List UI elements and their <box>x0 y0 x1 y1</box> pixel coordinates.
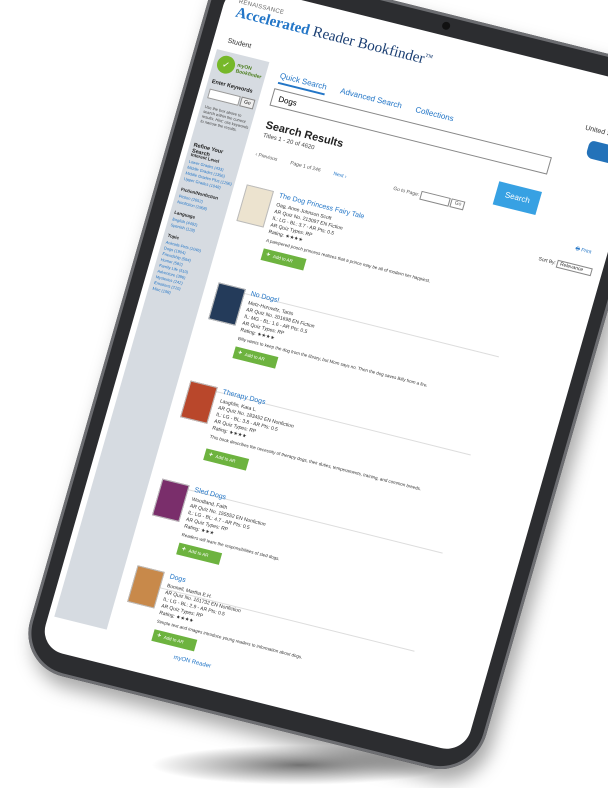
next-link[interactable]: Next › <box>333 171 348 180</box>
add-to-bookbag-button[interactable]: +Add to AR Bookbag <box>151 629 198 654</box>
previous-link[interactable]: ‹ Previous <box>255 152 279 163</box>
add-to-bookbag-button[interactable]: +Add to AR Bookbag <box>203 448 250 473</box>
add-to-bookbag-button[interactable]: +Add to AR Bookbag <box>260 248 307 273</box>
plus-icon: + <box>207 451 214 460</box>
keyword-help-text: Use the box above to search within the c… <box>199 103 250 133</box>
go-to-page: Go to Page: Go <box>392 184 466 211</box>
print-label: Print <box>580 247 592 256</box>
book-cover[interactable] <box>151 478 190 522</box>
sidebar-logo: myON Bookfinder <box>234 62 263 81</box>
book-cover[interactable] <box>236 184 275 228</box>
book-cover[interactable] <box>180 380 218 424</box>
sort-label: Sort By: <box>537 256 557 267</box>
keyword-go-button[interactable]: Go <box>239 96 256 110</box>
sort-select[interactable]: Relevance <box>556 259 593 277</box>
tab-collections[interactable]: Collections <box>414 105 454 123</box>
page-number-input[interactable] <box>419 190 451 207</box>
tablet-device: RENAISSANCE Accelerated Reader Bookfinde… <box>17 0 608 779</box>
plus-icon: + <box>265 251 272 259</box>
add-to-bookbag-button[interactable]: +Add to AR Bookbag <box>232 346 279 371</box>
sort-control: Sort By: Relevance <box>537 255 593 277</box>
tablet-screen: RENAISSANCE Accelerated Reader Bookfinde… <box>39 0 608 754</box>
plus-icon: + <box>237 349 244 358</box>
book-title[interactable]: Dogs <box>169 573 187 584</box>
trademark: ™ <box>423 51 434 63</box>
us-map-icon[interactable] <box>585 140 608 165</box>
pagination: ‹ Previous Page 1 of 246 Next › <box>255 152 359 183</box>
country-label[interactable]: United States <box>584 125 608 142</box>
plus-icon: + <box>180 545 187 554</box>
go-page-button[interactable]: Go <box>449 198 466 211</box>
book-cover[interactable] <box>127 565 165 609</box>
print-link[interactable]: 🖶 Print <box>574 246 592 258</box>
user-role[interactable]: Student <box>227 38 252 51</box>
book-cover[interactable] <box>208 282 246 326</box>
search-button[interactable]: Search <box>492 181 542 216</box>
plus-icon: + <box>156 632 162 640</box>
bookbag-icon: ✓ <box>214 53 238 76</box>
go-to-page-label: Go to Page: <box>392 185 420 199</box>
page-indicator: Page 1 of 246 <box>289 160 322 174</box>
add-to-bookbag-button[interactable]: +Add to AR Bookbag <box>176 542 223 567</box>
stage: RENAISSANCE Accelerated Reader Bookfinde… <box>0 0 608 788</box>
